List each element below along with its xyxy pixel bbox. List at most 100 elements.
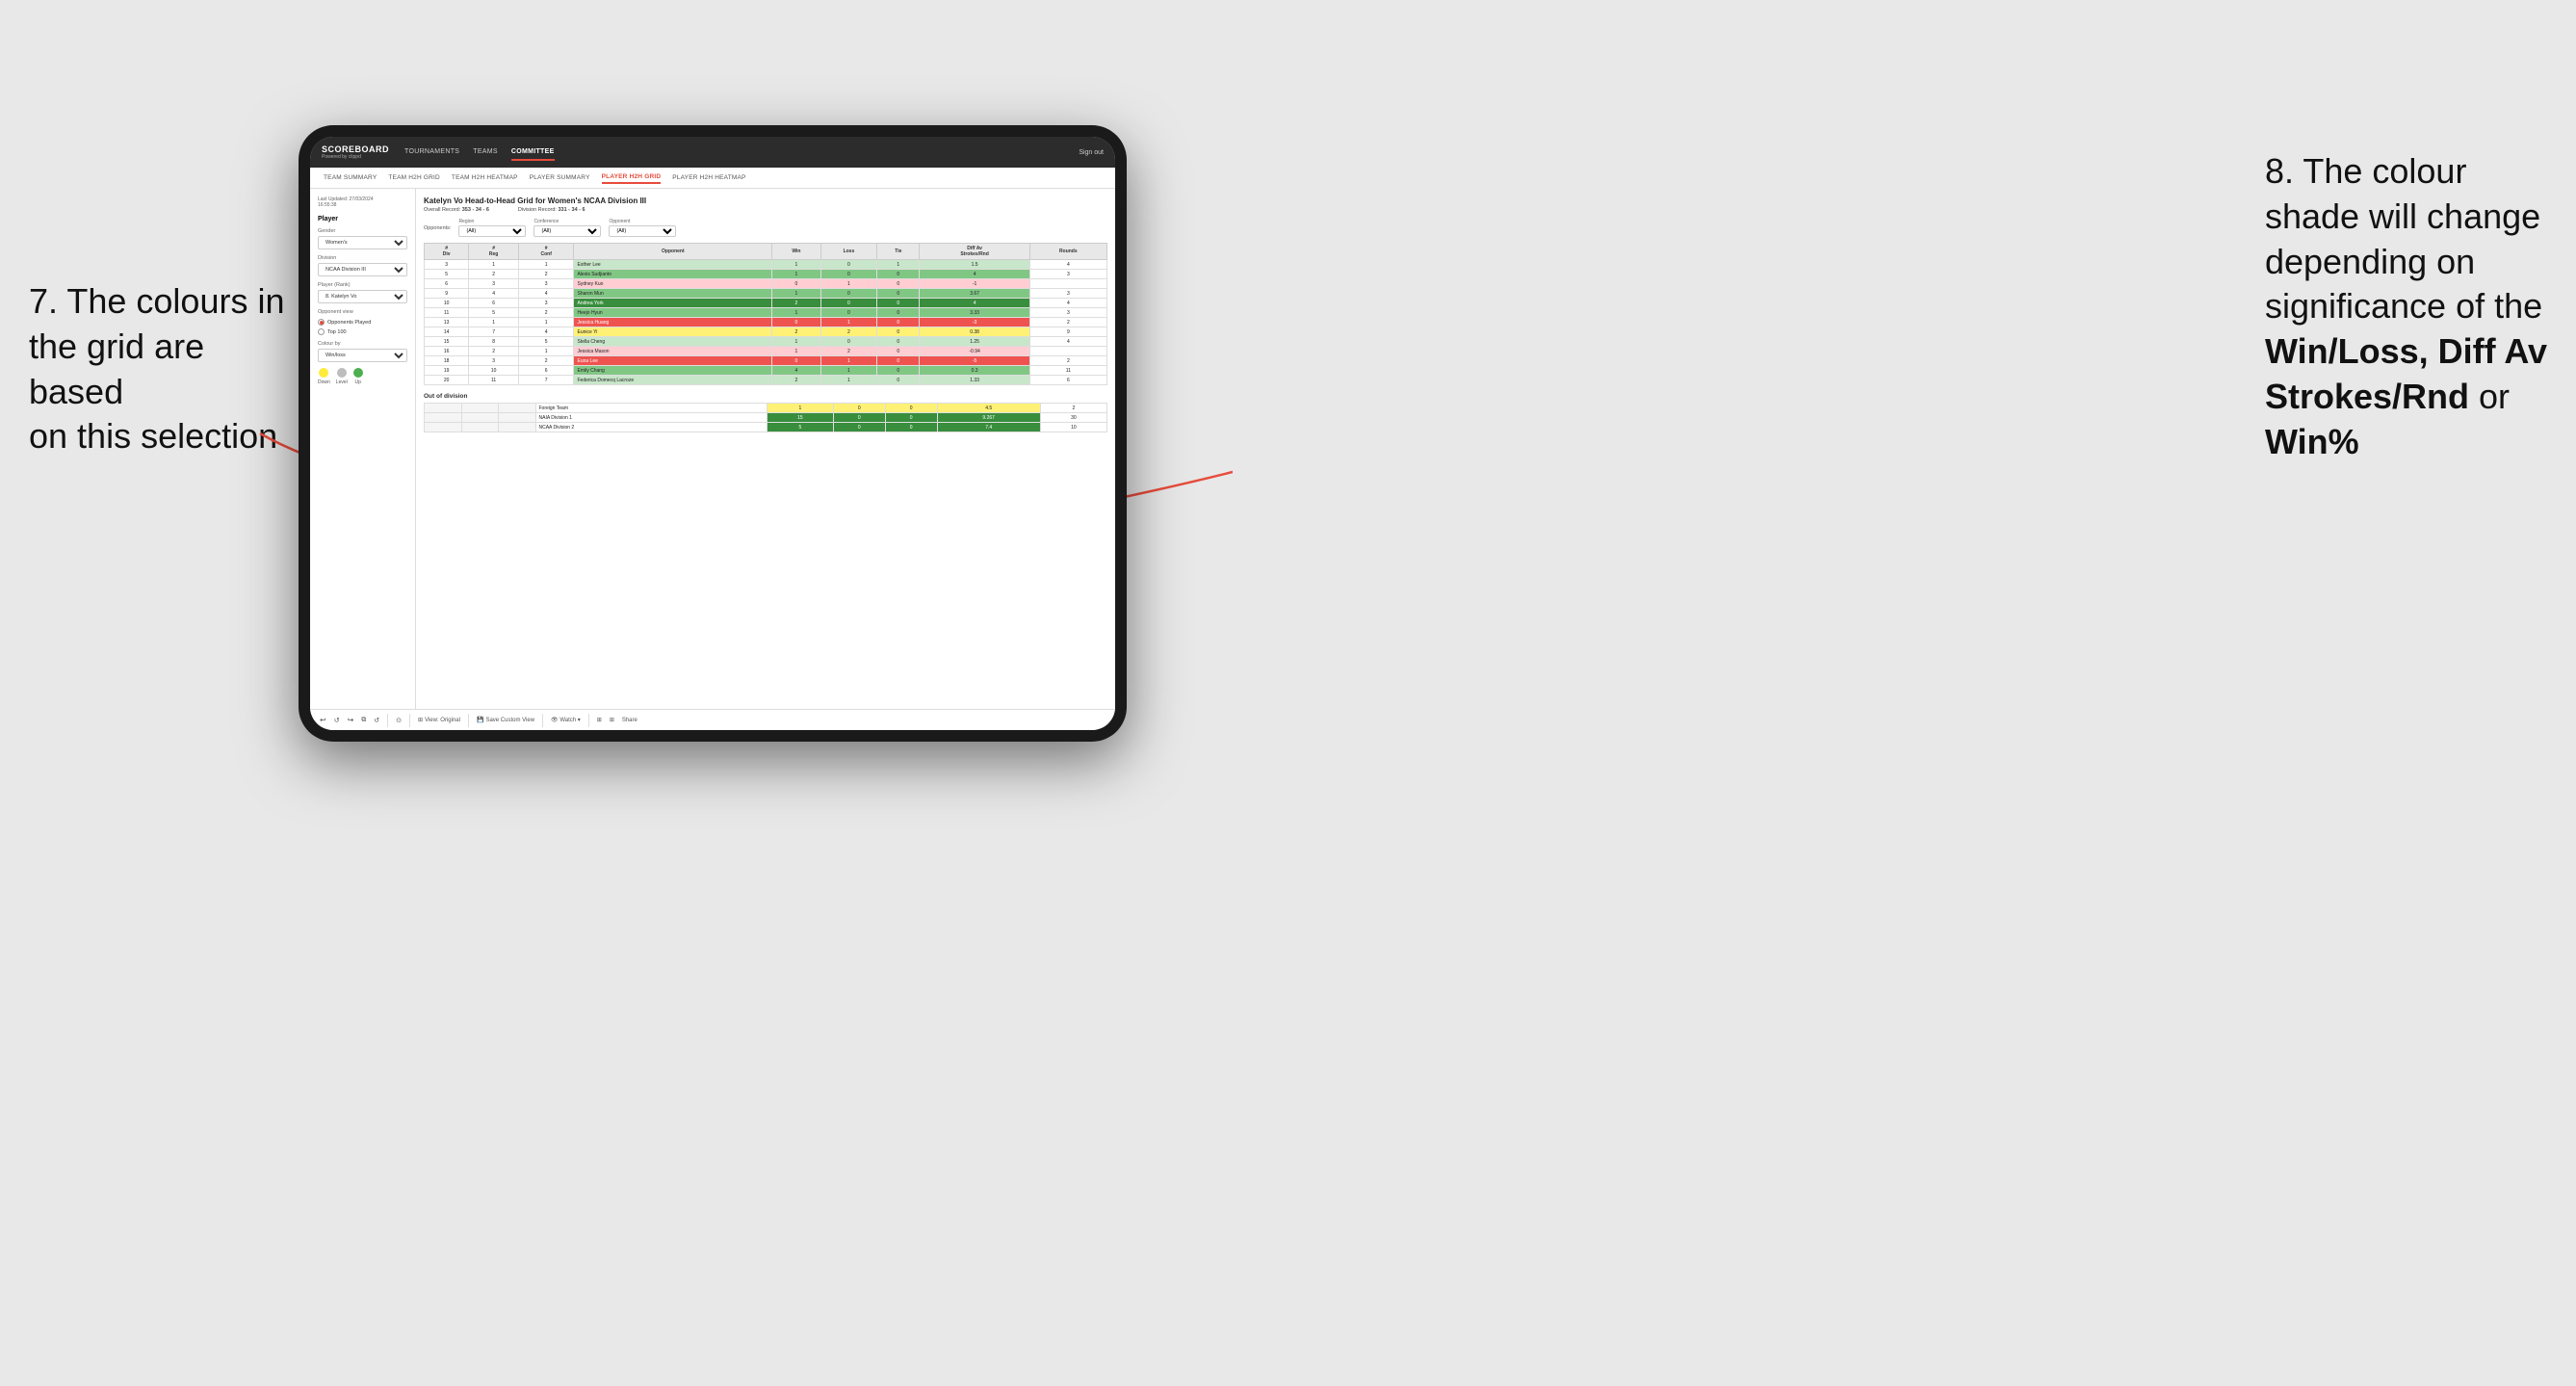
- share-button[interactable]: Share: [622, 718, 637, 723]
- table-row-10-cell-2: 2: [518, 356, 574, 366]
- top-nav: SCOREBOARD Powered by clippd TOURNAMENTS…: [310, 137, 1115, 168]
- table-row-1-cell-5: 0: [820, 270, 877, 279]
- table-row-8-cell-3: Stella Cheng: [574, 337, 772, 347]
- ood-row-0-cell-4: 4.5: [937, 404, 1040, 413]
- player-rank-select[interactable]: 8. Katelyn Vo: [318, 290, 407, 303]
- sub-nav: TEAM SUMMARY TEAM H2H GRID TEAM H2H HEAT…: [310, 168, 1115, 189]
- division-select[interactable]: NCAA Division III: [318, 263, 407, 276]
- table-row-9-cell-7: -0.94: [920, 347, 1029, 356]
- gender-select[interactable]: Women's: [318, 236, 407, 249]
- sign-out[interactable]: Sign out: [1079, 149, 1104, 156]
- toolbar-copy[interactable]: ⧉: [361, 717, 366, 724]
- subnav-player-summary[interactable]: PLAYER SUMMARY: [530, 172, 590, 183]
- th-div: #Div: [425, 244, 469, 260]
- table-row-0-cell-2: 1: [518, 260, 574, 270]
- nav-committee[interactable]: COMMITTEE: [511, 144, 555, 161]
- watch-button[interactable]: 👁 Watch ▾: [551, 717, 581, 723]
- out-of-division-header: Out of division: [424, 393, 1107, 400]
- table-row-5-cell-8: 3: [1029, 308, 1106, 318]
- toolbar-sep5: [588, 714, 589, 727]
- th-loss: Loss: [820, 244, 877, 260]
- save-icon: 💾: [477, 717, 483, 723]
- layout-button[interactable]: ⊞: [597, 717, 602, 723]
- nav-tournaments[interactable]: TOURNAMENTS: [404, 144, 459, 161]
- table-row-6-cell-7: -3: [920, 318, 1029, 327]
- table-row-9-cell-3: Jessica Mason: [574, 347, 772, 356]
- ood-row-0-cell-2: 0: [833, 404, 885, 413]
- toolbar-undo2[interactable]: ↺: [334, 717, 340, 724]
- subnav-team-h2h-grid[interactable]: TEAM H2H GRID: [388, 172, 440, 183]
- ood-row-1-cell-0: NAIA Division 1: [535, 413, 767, 423]
- table-row-8-cell-5: 0: [820, 337, 877, 347]
- ood-row-0-empty-1: [461, 404, 499, 413]
- save-custom-view[interactable]: 💾 Save Custom View: [477, 717, 534, 723]
- subnav-team-h2h-heatmap[interactable]: TEAM H2H HEATMAP: [452, 172, 518, 183]
- th-win: Win: [772, 244, 821, 260]
- table-row-5-cell-2: 2: [518, 308, 574, 318]
- ood-row-0-cell-1: 1: [767, 404, 833, 413]
- ood-row-1-empty-1: [461, 413, 499, 423]
- grid-button[interactable]: ⊞: [610, 717, 614, 723]
- conference-filter-select[interactable]: (All): [533, 225, 601, 237]
- toolbar-refresh[interactable]: ↺: [374, 717, 379, 724]
- radio-opponents-played[interactable]: Opponents Played: [318, 319, 407, 326]
- division-record: Division Record: 331 - 34 - 6: [518, 207, 585, 213]
- toolbar-clock[interactable]: ⊙: [396, 717, 402, 724]
- region-filter-select[interactable]: (All): [458, 225, 526, 237]
- legend-down: Down: [318, 368, 330, 385]
- table-row-4-cell-3: Andrea York: [574, 299, 772, 308]
- radio-top100[interactable]: Top 100: [318, 328, 407, 335]
- bottom-toolbar: ↩ ↺ ↪ ⧉ ↺ ⊙ ⊞ View: Original 💾 Save Cust…: [310, 709, 1115, 730]
- opponents-label: Opponents:: [424, 225, 451, 231]
- opponent-filter-select[interactable]: (All): [609, 225, 676, 237]
- division-label: Division: [318, 255, 407, 261]
- table-row-5-cell-5: 0: [820, 308, 877, 318]
- table-row-2-cell-2: 3: [518, 279, 574, 289]
- view-original[interactable]: ⊞ View: Original: [418, 717, 460, 723]
- grid-area: Katelyn Vo Head-to-Head Grid for Women's…: [416, 189, 1115, 709]
- table-row-12-cell-8: 6: [1029, 376, 1106, 385]
- view-icon: ⊞: [418, 717, 423, 723]
- colour-by-label: Colour by: [318, 341, 407, 347]
- table-row-8-cell-6: 0: [877, 337, 920, 347]
- ood-row-2-cell-4: 7.4: [937, 423, 1040, 432]
- toolbar-sep3: [468, 714, 469, 727]
- table-row-6-cell-4: 0: [772, 318, 821, 327]
- th-diff: Diff AvStrokes/Rnd: [920, 244, 1029, 260]
- table-row-5-cell-0: 11: [425, 308, 469, 318]
- colour-by-select[interactable]: Win/loss: [318, 349, 407, 362]
- table-row-10-cell-0: 18: [425, 356, 469, 366]
- main-content: Last Updated: 27/03/2024 16:55:38 Player…: [310, 189, 1115, 709]
- table-row-7-cell-8: 9: [1029, 327, 1106, 337]
- table-row-4-cell-1: 6: [469, 299, 519, 308]
- tablet-screen: SCOREBOARD Powered by clippd TOURNAMENTS…: [310, 137, 1115, 730]
- nav-teams[interactable]: TEAMS: [473, 144, 498, 161]
- table-row-8-cell-1: 8: [469, 337, 519, 347]
- table-row-7-cell-7: 0.38: [920, 327, 1029, 337]
- table-row-11-cell-2: 6: [518, 366, 574, 376]
- subnav-team-summary[interactable]: TEAM SUMMARY: [324, 172, 377, 183]
- opponent-view-label: Opponent view: [318, 309, 407, 315]
- subnav-player-h2h-grid[interactable]: PLAYER H2H GRID: [602, 171, 662, 184]
- table-row-3-cell-7: 3.67: [920, 289, 1029, 299]
- toolbar-undo[interactable]: ↩: [320, 716, 326, 724]
- table-row-12-cell-1: 11: [469, 376, 519, 385]
- table-row-0-cell-8: 4: [1029, 260, 1106, 270]
- toolbar-redo[interactable]: ↪: [348, 716, 354, 724]
- table-row-6-cell-2: 1: [518, 318, 574, 327]
- tablet-frame: SCOREBOARD Powered by clippd TOURNAMENTS…: [299, 125, 1127, 742]
- opponent-view-group: Opponents Played Top 100: [318, 319, 407, 335]
- table-row-7-cell-1: 7: [469, 327, 519, 337]
- table-row-1-cell-6: 0: [877, 270, 920, 279]
- subnav-player-h2h-heatmap[interactable]: PLAYER H2H HEATMAP: [672, 172, 745, 183]
- nav-items: TOURNAMENTS TEAMS COMMITTEE: [404, 144, 1079, 161]
- table-row-7-cell-2: 4: [518, 327, 574, 337]
- table-row-11-cell-5: 1: [820, 366, 877, 376]
- table-row-10-cell-4: 0: [772, 356, 821, 366]
- ood-row-2-cell-0: NCAA Division 2: [535, 423, 767, 432]
- table-row-11-cell-6: 0: [877, 366, 920, 376]
- table-row-0-cell-3: Esther Lee: [574, 260, 772, 270]
- table-row-12-cell-0: 20: [425, 376, 469, 385]
- gender-label: Gender: [318, 228, 407, 234]
- table-row-5-cell-7: 3.33: [920, 308, 1029, 318]
